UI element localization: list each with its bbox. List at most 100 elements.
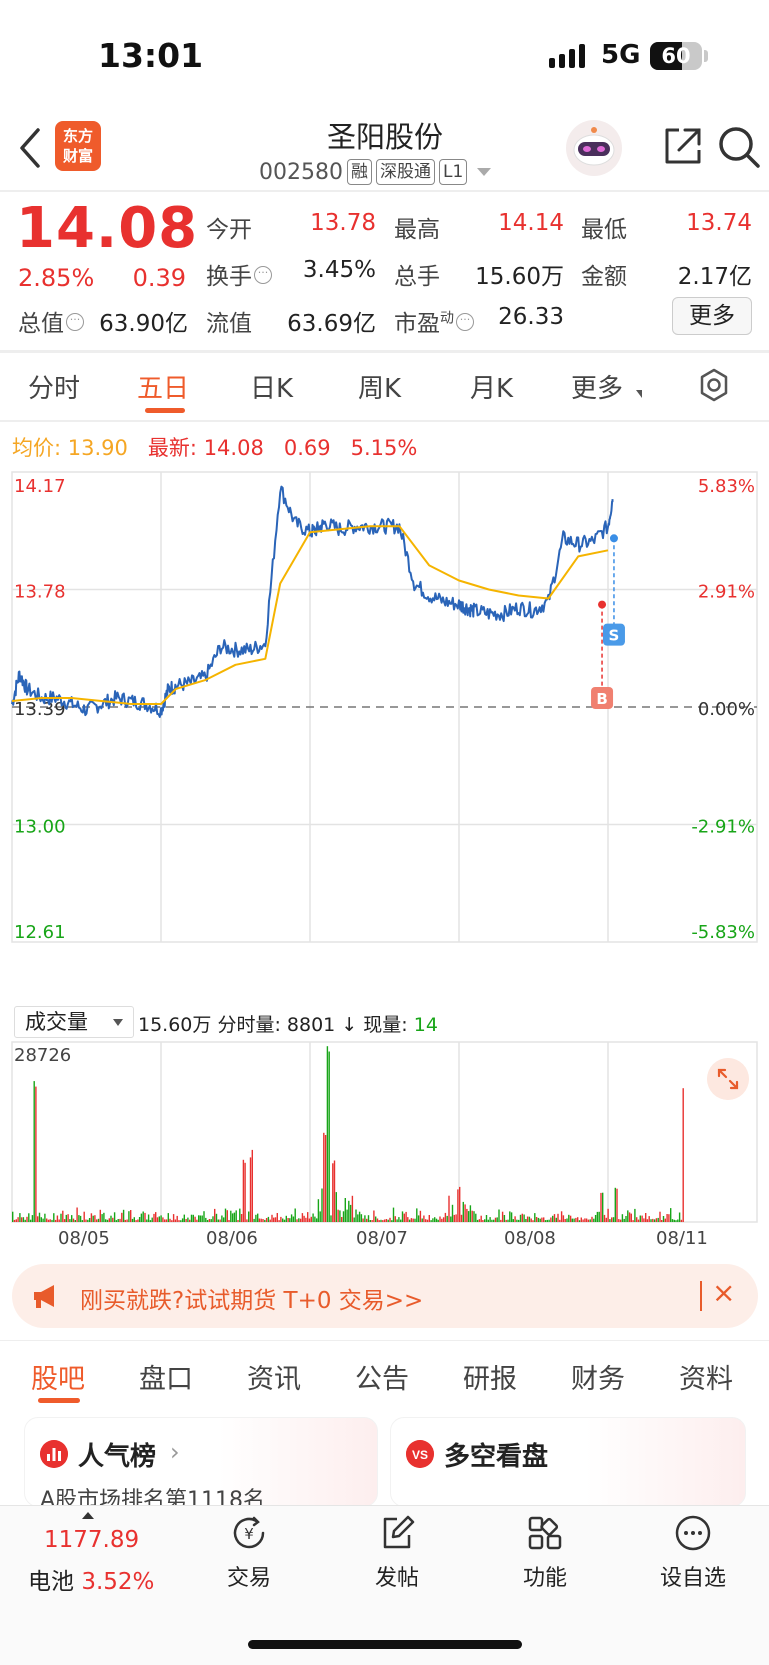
- share-icon[interactable]: [661, 124, 705, 168]
- volume-bar: [133, 1217, 135, 1222]
- add-watchlist-label[interactable]: 设自选: [653, 1560, 733, 1592]
- volume-bar: [612, 1217, 615, 1222]
- volume-bar: [512, 1219, 514, 1222]
- volume-bar: [671, 1219, 674, 1222]
- five-day-price-chart[interactable]: 14.17 5.83% 13.78 2.91% 13.39 0.00% 13.00 -2.91…: [0, 462, 769, 1002]
- info-icon[interactable]: ···: [456, 313, 474, 331]
- down-arrow: ↓: [341, 1014, 358, 1036]
- volume-bar: [237, 1220, 239, 1222]
- volume-bar: [500, 1219, 502, 1222]
- volume-bar: [367, 1215, 370, 1222]
- volume-bar: [192, 1214, 194, 1222]
- ad-text[interactable]: 刚买就跌?试试期货 T+0 交易>>: [80, 1281, 423, 1315]
- status-time: 13:01: [98, 36, 204, 75]
- volume-bar: [600, 1192, 602, 1222]
- volume-bar: [54, 1219, 57, 1222]
- volume-bar: [79, 1215, 82, 1222]
- more-dots-icon[interactable]: [673, 1513, 713, 1553]
- back-icon[interactable]: [16, 126, 46, 170]
- info-icon[interactable]: ···: [66, 313, 84, 331]
- tab-order-book[interactable]: 盘口: [139, 1357, 193, 1396]
- search-icon[interactable]: [716, 124, 762, 170]
- volume-bar: [67, 1214, 69, 1222]
- vs-icon: VS: [406, 1440, 434, 1468]
- stock-name[interactable]: 圣阳股份: [250, 114, 520, 156]
- volume-bar: [519, 1214, 522, 1222]
- volume-bar: [81, 1220, 84, 1222]
- close-icon[interactable]: ×: [712, 1276, 735, 1309]
- tab-daily-k[interactable]: 日K: [250, 368, 293, 405]
- info-icon[interactable]: ···: [254, 266, 272, 284]
- compose-icon[interactable]: [377, 1513, 417, 1553]
- tab-research[interactable]: 研报: [463, 1357, 517, 1396]
- sector-name: 电池: [28, 1569, 74, 1595]
- volume-bar: [675, 1220, 677, 1222]
- volume-bar: [85, 1219, 87, 1222]
- volume-bar: [496, 1217, 498, 1222]
- volume-bar: [330, 1215, 332, 1222]
- change-percent: 2.85%: [18, 264, 95, 292]
- volume-bar: [373, 1210, 375, 1222]
- volume-bar: [106, 1219, 109, 1222]
- volume-bar: [369, 1220, 371, 1222]
- volume-bar: [242, 1159, 245, 1222]
- tab-five-day[interactable]: 五日: [137, 368, 189, 405]
- volume-bar: [87, 1219, 89, 1222]
- volume-bar: [160, 1215, 162, 1222]
- volume-bar: [239, 1208, 241, 1222]
- volume-bar: [650, 1219, 652, 1222]
- volume-bar: [71, 1215, 73, 1222]
- tab-more[interactable]: 更多: [571, 368, 623, 405]
- market-cap-value: 63.90亿: [99, 311, 188, 337]
- volume-bar: [185, 1219, 187, 1222]
- more-fields-button[interactable]: 更多: [672, 297, 752, 335]
- y-tick-label-right: 2.91%: [698, 582, 755, 603]
- volume-bar: [138, 1217, 141, 1222]
- volume-bar: [544, 1220, 547, 1222]
- volume-bar: [264, 1219, 266, 1222]
- tab-news[interactable]: 资讯: [247, 1357, 301, 1396]
- stock-code-row[interactable]: 002580 融 深股通 L1: [259, 157, 492, 187]
- volume-bar: [401, 1211, 404, 1222]
- tab-intraday[interactable]: 分时: [28, 368, 80, 405]
- y-tick-label-left: 13.00: [14, 817, 66, 838]
- volume-bar: [607, 1208, 609, 1222]
- volume-bar: [535, 1217, 538, 1222]
- sector-index[interactable]: 电池 3.52%: [28, 1562, 154, 1596]
- volume-bar: [156, 1217, 159, 1222]
- volume-bar: [169, 1218, 171, 1222]
- tab-monthly-k[interactable]: 月K: [470, 368, 513, 405]
- volume-bar: [307, 1212, 309, 1222]
- robot-assistant-icon[interactable]: [564, 118, 624, 178]
- volume-bar: [593, 1218, 595, 1222]
- tab-announcements[interactable]: 公告: [355, 1357, 409, 1396]
- tab-financials[interactable]: 财务: [571, 1357, 625, 1396]
- sector-index-value[interactable]: 1177.89: [44, 1527, 139, 1553]
- volume-bar: [310, 1216, 312, 1222]
- tab-forum[interactable]: 股吧: [31, 1357, 85, 1396]
- x-label-0811: 08/11: [656, 1228, 708, 1249]
- header-divider: [0, 190, 769, 192]
- volume-bar: [385, 1219, 388, 1222]
- volume-bar: [478, 1219, 481, 1222]
- volume-bar: [217, 1219, 219, 1222]
- volume-bar: [312, 1213, 314, 1222]
- grid-apps-icon[interactable]: [525, 1513, 565, 1553]
- volume-bar: [432, 1218, 434, 1222]
- tab-weekly-k[interactable]: 周K: [358, 368, 401, 405]
- volume-chart[interactable]: [0, 1040, 769, 1228]
- expand-icon[interactable]: [707, 1058, 749, 1100]
- functions-label[interactable]: 功能: [505, 1560, 585, 1592]
- volume-bar: [72, 1218, 75, 1222]
- volume-bar: [664, 1218, 666, 1222]
- volume-bar: [426, 1219, 429, 1222]
- gear-icon[interactable]: [697, 368, 731, 402]
- post-label[interactable]: 发帖: [357, 1560, 437, 1592]
- high-value: 14.14: [498, 210, 564, 236]
- volume-bar: [585, 1218, 588, 1222]
- trade-label[interactable]: 交易: [209, 1560, 289, 1592]
- trade-icon[interactable]: ¥: [229, 1513, 269, 1553]
- volume-bar: [47, 1219, 50, 1222]
- volume-value: 15.60万: [475, 264, 564, 290]
- tab-profile[interactable]: 资料: [679, 1357, 733, 1396]
